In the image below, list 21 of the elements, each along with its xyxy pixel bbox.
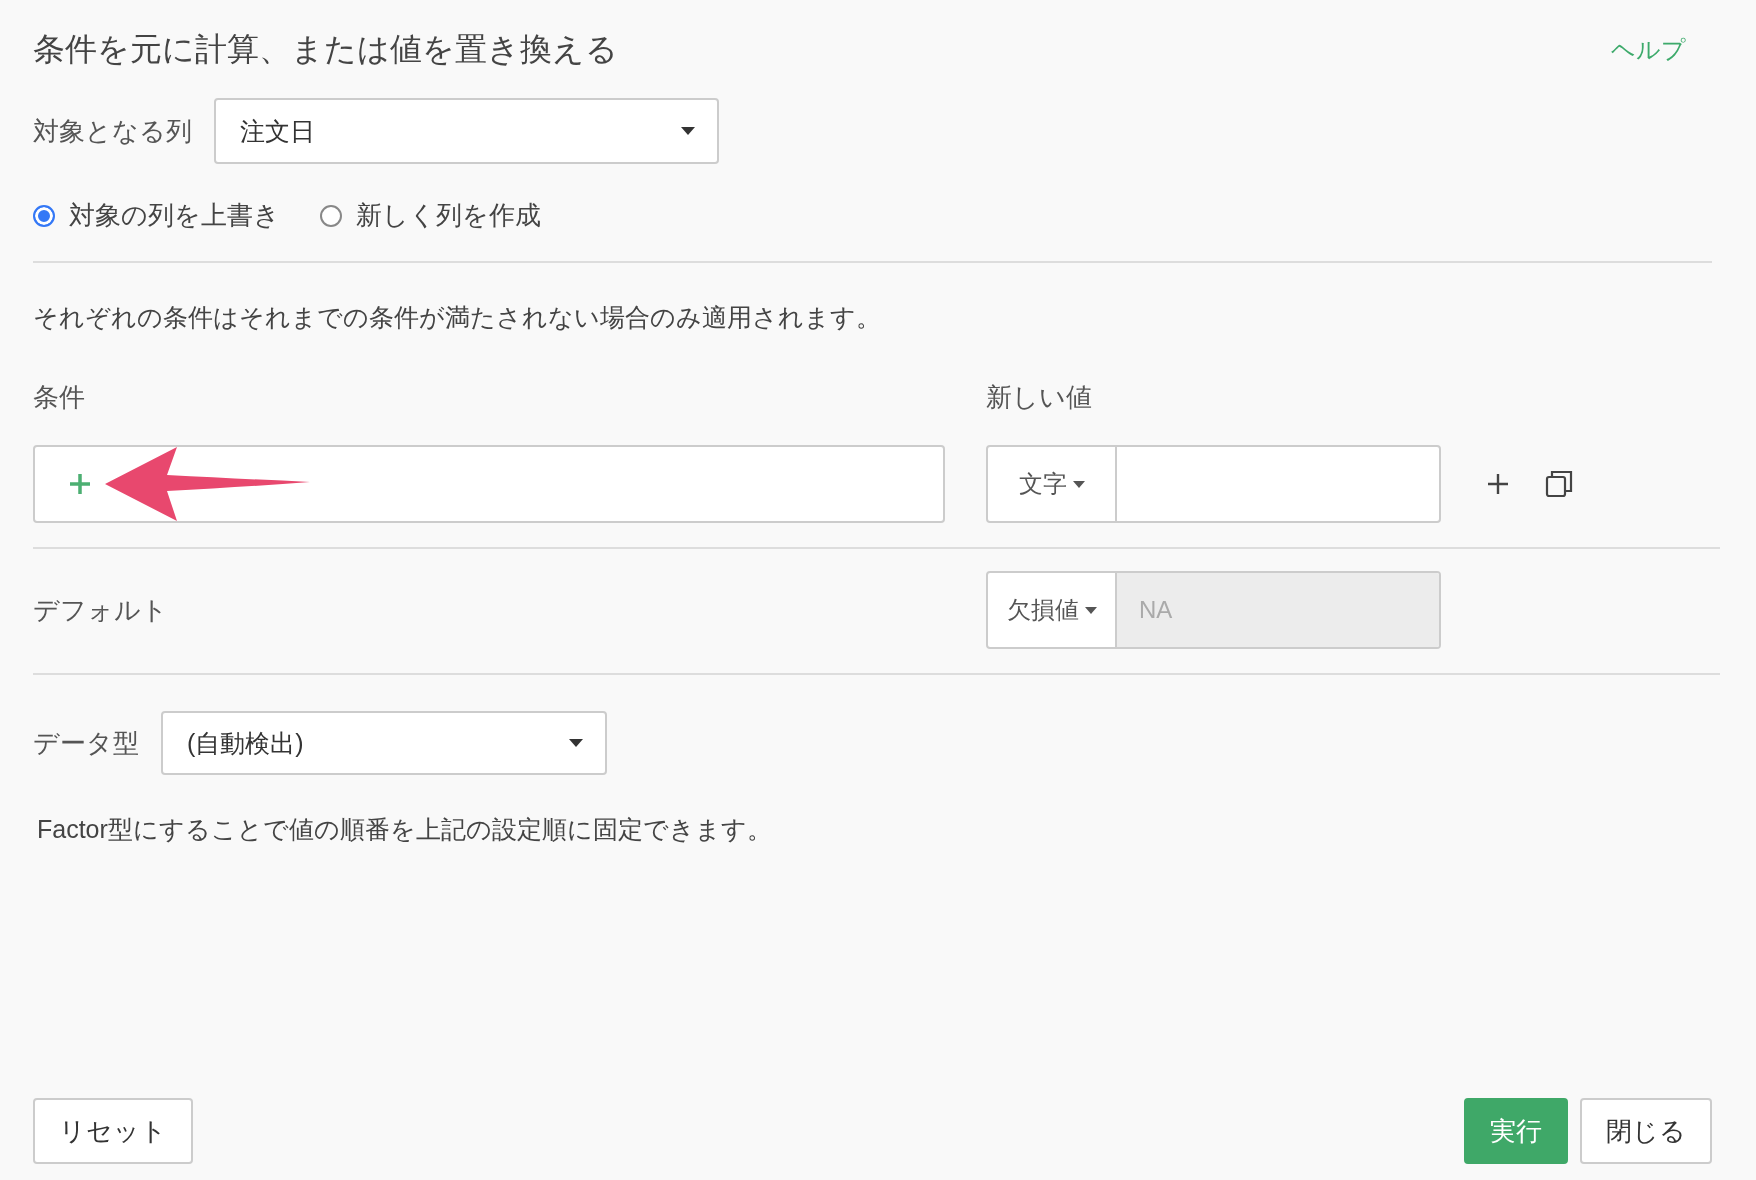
data-type-label: データ型 [33, 726, 139, 760]
default-label: デフォルト [33, 593, 169, 627]
condition-field[interactable] [33, 445, 945, 523]
radio-option[interactable]: 新しく列を作成 [320, 198, 541, 233]
caret-icon [569, 739, 583, 747]
target-column-label: 対象となる列 [33, 114, 192, 148]
description-text: それぞれの条件はそれまでの条件が満たされない場合のみ適用されます。 [33, 302, 882, 333]
add-icon[interactable] [1487, 473, 1509, 495]
target-column-dropdown[interactable]: 注文日 [214, 98, 719, 164]
radio-button[interactable] [320, 204, 342, 227]
radio-button[interactable] [33, 204, 55, 227]
data-type-dropdown[interactable]: (自動検出) [161, 711, 607, 775]
reset-button[interactable]: リセット [33, 1098, 193, 1164]
radio-option[interactable]: 対象の列を上書き [33, 198, 280, 233]
dialog-title: 条件を元に計算、または値を置き換える [33, 30, 618, 69]
close-button[interactable]: 閉じる [1580, 1098, 1712, 1164]
note-text: Factor型にすることで値の順番を上記の設定順に固定できます。 [37, 814, 773, 845]
new-value-header: 新しい値 [986, 381, 1092, 414]
caret-icon [681, 127, 695, 135]
condition-header: 条件 [33, 381, 86, 414]
copy-icon[interactable] [1545, 470, 1573, 498]
